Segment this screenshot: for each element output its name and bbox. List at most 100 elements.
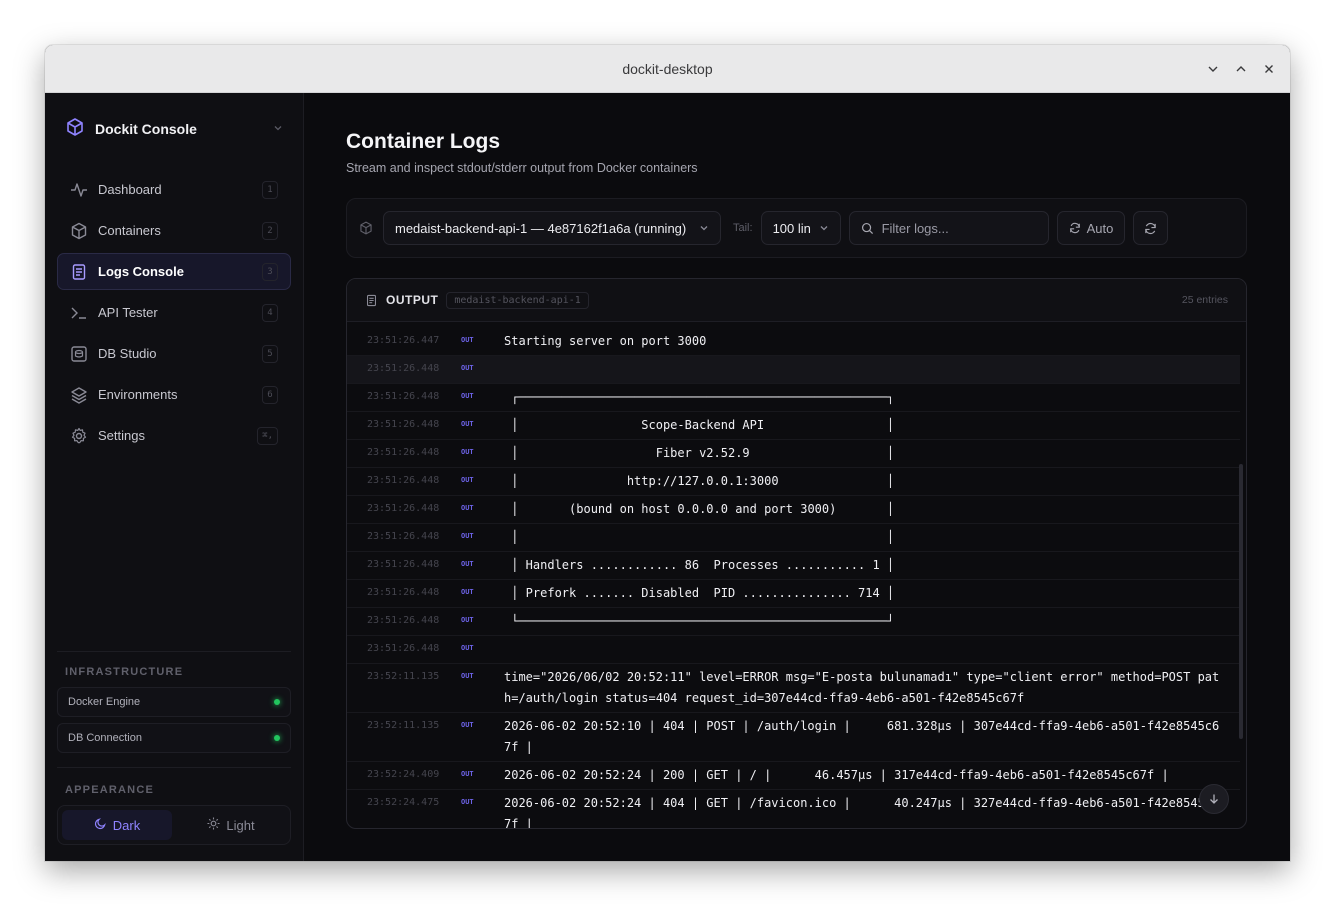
infra-label: DB Connection (68, 732, 142, 744)
log-message: 2026-06-02 20:52:10 | 404 | POST | /auth… (504, 719, 1220, 754)
theme-light-button[interactable]: Light (176, 810, 286, 840)
log-message (504, 636, 1240, 663)
log-row[interactable]: 23:51:26.448 OUT │ Prefork ....... Disabl… (347, 580, 1240, 608)
log-message: │ │ (504, 530, 895, 544)
log-message: │ Prefork ....... Disabled PID .........… (504, 586, 895, 600)
log-stream-badge: OUT (461, 644, 474, 652)
shortcut-badge: 5 (262, 344, 278, 363)
sidebar-item-api-tester[interactable]: API Tester 4 (57, 294, 291, 331)
log-row[interactable]: 23:51:26.448 OUT ┌───────────────────────… (347, 384, 1240, 412)
window-controls (1202, 45, 1280, 93)
gear-icon (70, 427, 88, 445)
sidebar-item-dashboard[interactable]: Dashboard 1 (57, 171, 291, 208)
log-row[interactable]: 23:51:26.448 OUT │ (bound on host 0.0.0.0… (347, 496, 1240, 524)
workspace-switcher[interactable]: Dockit Console (57, 93, 291, 165)
auto-label: Auto (1086, 220, 1114, 236)
log-scrollbar[interactable] (1239, 464, 1243, 739)
log-timestamp: 23:52:24.475 (367, 797, 440, 808)
log-message: 2026-06-02 20:52:24 | 404 | GET | /favic… (504, 796, 1220, 828)
shortcut-badge: 1 (262, 180, 278, 199)
refresh-icon (1069, 222, 1081, 234)
theme-dark-label: Dark (112, 817, 141, 833)
log-row[interactable]: 23:52:11.135 OUT 2026-06-02 20:52:10 | 404… (347, 713, 1240, 762)
log-row[interactable]: 23:51:26.448 OUT (347, 636, 1240, 664)
log-row[interactable]: 23:51:26.448 OUT (347, 356, 1240, 384)
theme-toggle: Dark Light (57, 805, 291, 845)
log-timestamp: 23:51:26.448 (367, 615, 440, 626)
minimize-icon[interactable] (1202, 58, 1224, 80)
log-stream-badge: OUT (461, 588, 474, 596)
sidebar-item-label: Logs Console (98, 264, 184, 279)
log-row[interactable]: 23:52:24.475 OUT 2026-06-02 20:52:24 | 404… (347, 790, 1240, 828)
log-row[interactable]: 23:51:26.448 OUT │ Fiber v2.52.9 │ (347, 440, 1240, 468)
sidebar-item-settings[interactable]: Settings ⌘, (57, 417, 291, 454)
log-stream-badge: OUT (461, 560, 474, 568)
log-timestamp: 23:51:26.448 (367, 503, 440, 514)
output-panel: OUTPUT medaist-backend-api-1 25 entries … (346, 278, 1247, 829)
log-stream-badge: OUT (461, 476, 474, 484)
log-stream-badge: OUT (461, 420, 474, 428)
log-stream-badge: OUT (461, 770, 474, 778)
filter-logs-field[interactable] (848, 211, 1049, 245)
sidebar-item-environments[interactable]: Environments 6 (57, 376, 291, 413)
log-stream-badge: OUT (461, 448, 474, 456)
maximize-icon[interactable] (1230, 58, 1252, 80)
moon-icon (94, 817, 107, 833)
infra-docker-engine: Docker Engine (57, 687, 291, 717)
log-row[interactable]: 23:51:26.448 OUT └───────────────────────… (347, 608, 1240, 636)
close-icon[interactable] (1258, 58, 1280, 80)
log-toolbar: medaist-backend-api-1 — 4e87162f1a6a (ru… (346, 198, 1247, 258)
layers-icon (70, 386, 88, 404)
log-message: │ (bound on host 0.0.0.0 and port 3000) … (504, 502, 895, 516)
log-row[interactable]: 23:51:26.447 OUT Starting server on port 3… (347, 328, 1240, 356)
filter-logs-input[interactable] (881, 220, 1032, 236)
theme-dark-button[interactable]: Dark (62, 810, 172, 840)
database-scan-icon (70, 345, 88, 363)
status-dot (274, 699, 280, 705)
main-content: Container Logs Stream and inspect stdout… (304, 93, 1290, 861)
shortcut-badge: 4 (262, 303, 278, 322)
divider (57, 767, 291, 768)
sidebar-item-logs-console[interactable]: Logs Console 3 (57, 253, 291, 290)
log-timestamp: 23:51:26.448 (367, 363, 440, 374)
auto-refresh-button[interactable]: Auto (1056, 211, 1126, 245)
brand-name: Dockit Console (95, 121, 197, 137)
tail-select[interactable]: 100 lines (760, 211, 841, 245)
output-title: OUTPUT (386, 293, 439, 307)
container-select[interactable]: medaist-backend-api-1 — 4e87162f1a6a (ru… (383, 211, 721, 245)
infra-label: Docker Engine (68, 696, 141, 708)
log-timestamp: 23:52:11.135 (367, 720, 440, 731)
scroll-text-icon (70, 263, 88, 281)
scroll-to-bottom-button[interactable] (1199, 784, 1229, 814)
refresh-icon (1144, 222, 1157, 235)
cube-logo-icon (65, 117, 85, 142)
log-timestamp: 23:51:26.448 (367, 419, 440, 430)
log-row[interactable]: 23:52:24.409 OUT 2026-06-02 20:52:24 | 200… (347, 762, 1240, 790)
sidebar-item-label: Containers (98, 223, 161, 238)
log-stream-badge: OUT (461, 672, 474, 680)
sidebar-item-label: Environments (98, 387, 178, 402)
sidebar-item-containers[interactable]: Containers 2 (57, 212, 291, 249)
divider (57, 651, 291, 652)
log-list[interactable]: 23:51:26.447 OUT Starting server on port 3… (347, 322, 1246, 828)
log-stream-badge: OUT (461, 532, 474, 540)
log-timestamp: 23:51:26.448 (367, 559, 440, 570)
log-row[interactable]: 23:51:26.448 OUT │ Handlers ............ … (347, 552, 1240, 580)
sidebar-item-db-studio[interactable]: DB Studio 5 (57, 335, 291, 372)
log-stream-badge: OUT (461, 364, 474, 372)
refresh-button[interactable] (1133, 211, 1169, 245)
log-row[interactable]: 23:52:11.135 OUT time="2026/06/02 20:52:11… (347, 664, 1240, 713)
chevron-down-icon (273, 122, 283, 136)
log-row[interactable]: 23:51:26.448 OUT │ http://127.0.0.1:3000 … (347, 468, 1240, 496)
activity-icon (70, 181, 88, 199)
log-message: │ Scope-Backend API │ (504, 418, 895, 432)
box-icon (359, 221, 373, 235)
appearance-title: APPEARANCE (65, 784, 155, 796)
log-row[interactable]: 23:51:26.448 OUT │ │ (347, 524, 1240, 552)
scroll-text-icon (365, 294, 378, 307)
title-bar: dockit-desktop (45, 45, 1290, 93)
page-subtitle: Stream and inspect stdout/stderr output … (346, 161, 698, 175)
terminal-icon (70, 304, 88, 322)
log-message: └───────────────────────────────────────… (504, 614, 895, 628)
log-row[interactable]: 23:51:26.448 OUT │ Scope-Backend API │ (347, 412, 1240, 440)
